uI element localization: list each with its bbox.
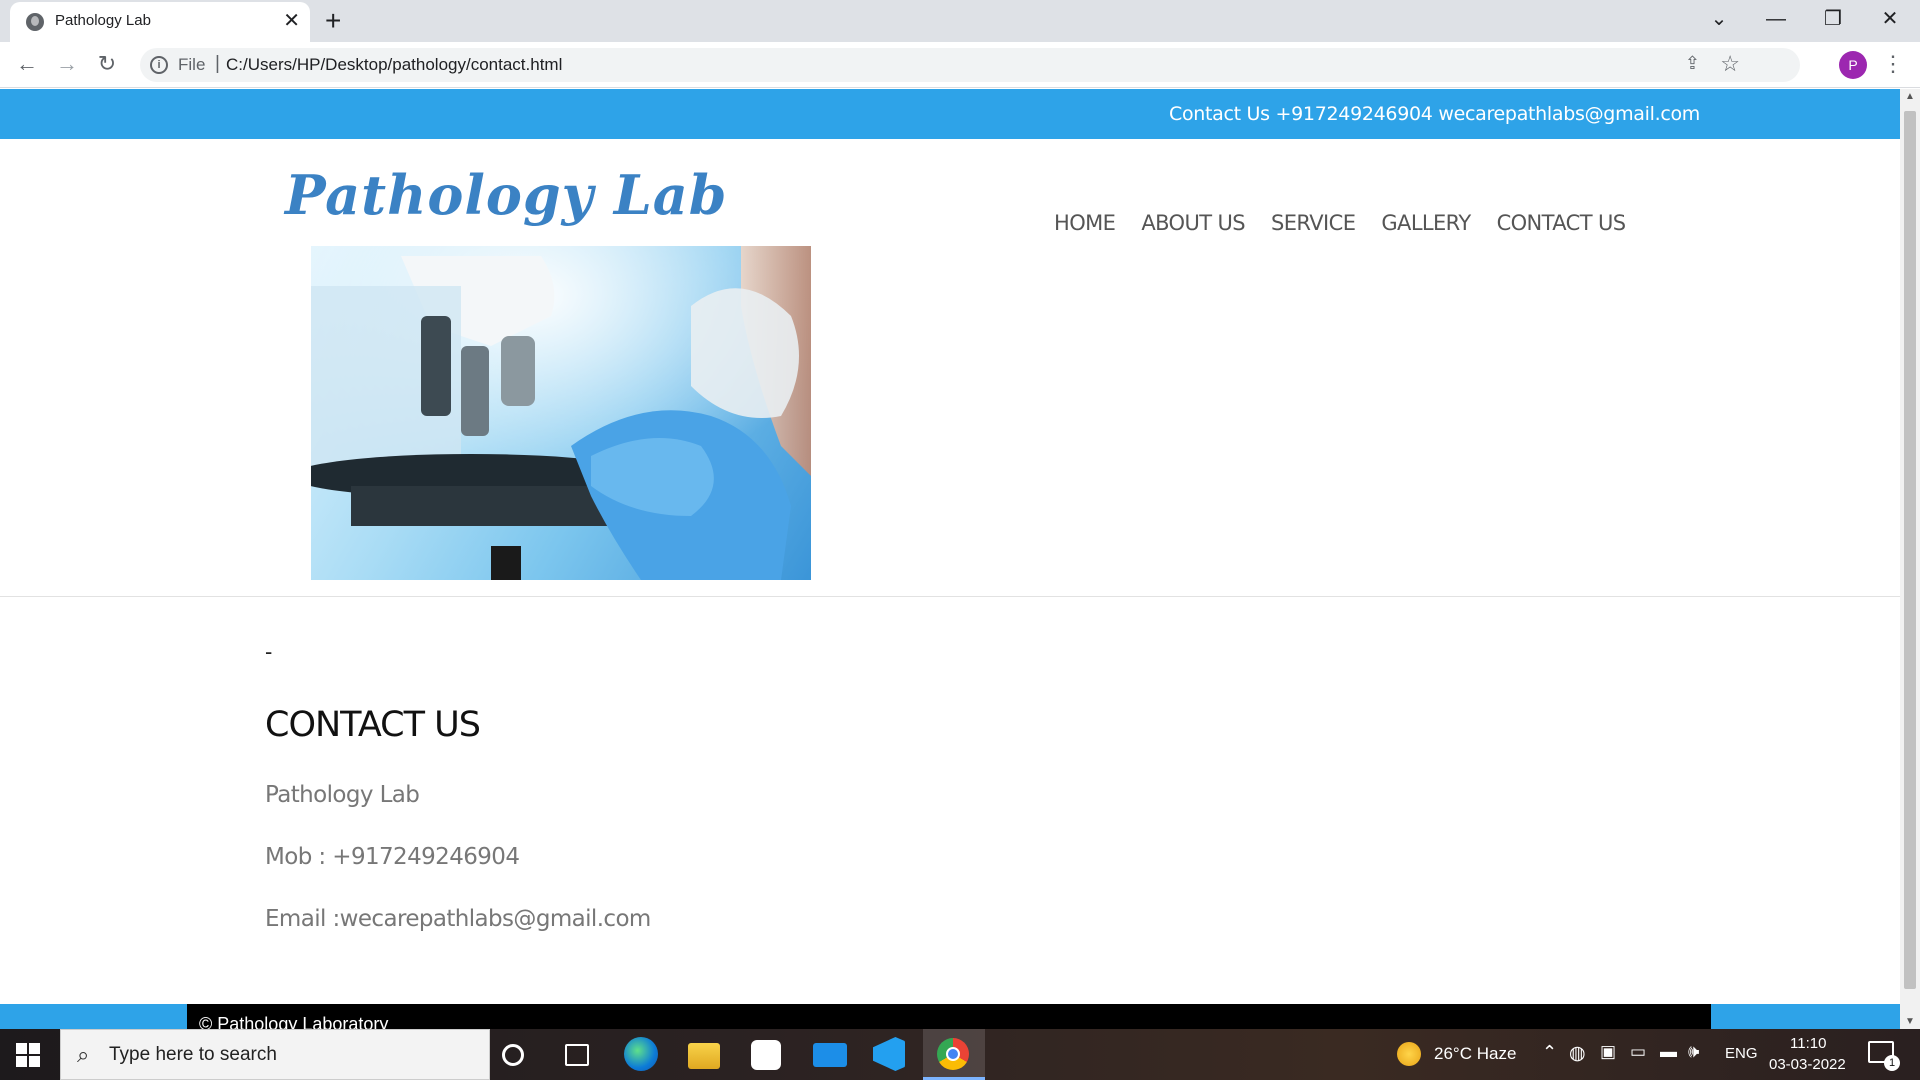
contact-mobile: Mob : +917249246904: [265, 844, 520, 870]
profile-avatar[interactable]: P: [1839, 51, 1867, 79]
contact-lab-name: Pathology Lab: [265, 782, 420, 808]
nav-gallery[interactable]: GALLERY: [1381, 211, 1471, 235]
microscope-hero-image: [311, 246, 811, 580]
nav-service[interactable]: SERVICE: [1271, 211, 1356, 235]
reload-icon[interactable]: ↻: [92, 50, 122, 78]
taskbar-search-placeholder: Type here to search: [109, 1044, 277, 1065]
page-scrollbar[interactable]: ▲ ▼: [1900, 89, 1920, 1029]
edge-browser-icon[interactable]: [624, 1037, 658, 1071]
windows-taskbar: ⌕ Type here to search 26°C Haze ⌃ ◍ ▣ ▭ …: [0, 1029, 1920, 1080]
chrome-icon: [937, 1038, 969, 1070]
scheme-separator: |: [215, 53, 220, 74]
language-indicator[interactable]: ENG: [1725, 1045, 1758, 1062]
close-window-button[interactable]: ✕: [1870, 4, 1910, 34]
nav-contact-us[interactable]: CONTACT US: [1497, 211, 1627, 235]
clock-time[interactable]: 11:10: [1790, 1035, 1826, 1052]
tray-chevron-icon[interactable]: ⌃: [1542, 1042, 1557, 1063]
contact-heading: CONTACT US: [265, 705, 481, 745]
header-divider: [0, 596, 1900, 597]
network-globe-icon[interactable]: ◍: [1569, 1042, 1586, 1065]
battery-icon[interactable]: ▬: [1660, 1042, 1677, 1062]
microsoft-store-icon[interactable]: [751, 1040, 781, 1070]
clock-date[interactable]: 03-03-2022: [1769, 1056, 1846, 1073]
mail-icon[interactable]: [813, 1043, 847, 1067]
scrollbar-thumb[interactable]: [1904, 111, 1916, 989]
vscode-icon[interactable]: [873, 1037, 905, 1071]
meet-now-icon[interactable]: ▣: [1600, 1042, 1616, 1062]
scroll-up-icon[interactable]: ▲: [1905, 91, 1915, 102]
weather-icon[interactable]: [1397, 1042, 1421, 1066]
scheme-label: File: [178, 55, 206, 74]
display-icon[interactable]: ▭: [1630, 1042, 1646, 1062]
topbar-contact-text: Contact Us +917249246904 wecarepathlabs@…: [1169, 103, 1700, 125]
footer-copyright: © Pathology Laboratory: [199, 1014, 389, 1029]
restore-button[interactable]: ❐: [1813, 4, 1853, 34]
nav-about-us[interactable]: ABOUT US: [1141, 211, 1245, 235]
notification-count: 1: [1884, 1055, 1900, 1071]
site-logo[interactable]: Pathology Lab: [285, 163, 728, 227]
browser-tab[interactable]: Pathology Lab ✕: [10, 2, 310, 42]
footer-bar: © Pathology Laboratory: [187, 1004, 1711, 1029]
dash-text: -: [265, 639, 273, 664]
page-viewport: Contact Us +917249246904 wecarepathlabs@…: [0, 89, 1900, 1029]
new-tab-button[interactable]: +: [325, 4, 341, 38]
browser-menu-icon[interactable]: ⋮: [1882, 50, 1904, 78]
back-icon[interactable]: ←: [12, 50, 42, 78]
contact-topbar: Contact Us +917249246904 wecarepathlabs@…: [0, 89, 1900, 139]
chrome-taskbar-button[interactable]: [923, 1029, 985, 1080]
tab-close-icon[interactable]: ✕: [283, 9, 300, 33]
tab-strip: Pathology Lab ✕ + ⌄ — ❐ ✕: [0, 0, 1920, 42]
tab-search-chevron-icon[interactable]: ⌄: [1699, 4, 1739, 34]
url-text[interactable]: C:/Users/HP/Desktop/pathology/contact.ht…: [226, 55, 562, 75]
notification-center-icon[interactable]: 1: [1868, 1041, 1900, 1071]
tab-title: Pathology Lab: [55, 12, 151, 29]
address-bar[interactable]: i File | C:/Users/HP/Desktop/pathology/c…: [140, 48, 1800, 82]
volume-icon[interactable]: 🕪: [1688, 1041, 1699, 1062]
share-icon[interactable]: ⇪: [1685, 53, 1700, 74]
cortana-icon[interactable]: [502, 1044, 524, 1066]
search-icon: ⌕: [77, 1042, 90, 1067]
scroll-down-icon[interactable]: ▼: [1905, 1016, 1915, 1027]
browser-toolbar: ← → ↻ i File | C:/Users/HP/Desktop/patho…: [0, 42, 1920, 88]
task-view-icon[interactable]: [565, 1044, 589, 1066]
windows-start-icon[interactable]: [16, 1043, 40, 1067]
weather-text[interactable]: 26°C Haze: [1434, 1044, 1516, 1064]
minimize-button[interactable]: —: [1756, 4, 1796, 34]
taskbar-search-box[interactable]: ⌕ Type here to search: [60, 1029, 490, 1080]
main-nav: HOME ABOUT US SERVICE GALLERY CONTACT US: [1054, 211, 1652, 235]
globe-icon: [26, 13, 44, 31]
forward-icon[interactable]: →: [52, 50, 82, 78]
bookmark-star-icon[interactable]: ☆: [1720, 51, 1740, 77]
site-info-icon[interactable]: i: [150, 56, 168, 74]
contact-email: Email :wecarepathlabs@gmail.com: [265, 906, 651, 932]
file-explorer-icon[interactable]: [688, 1043, 720, 1069]
nav-home[interactable]: HOME: [1054, 211, 1116, 235]
